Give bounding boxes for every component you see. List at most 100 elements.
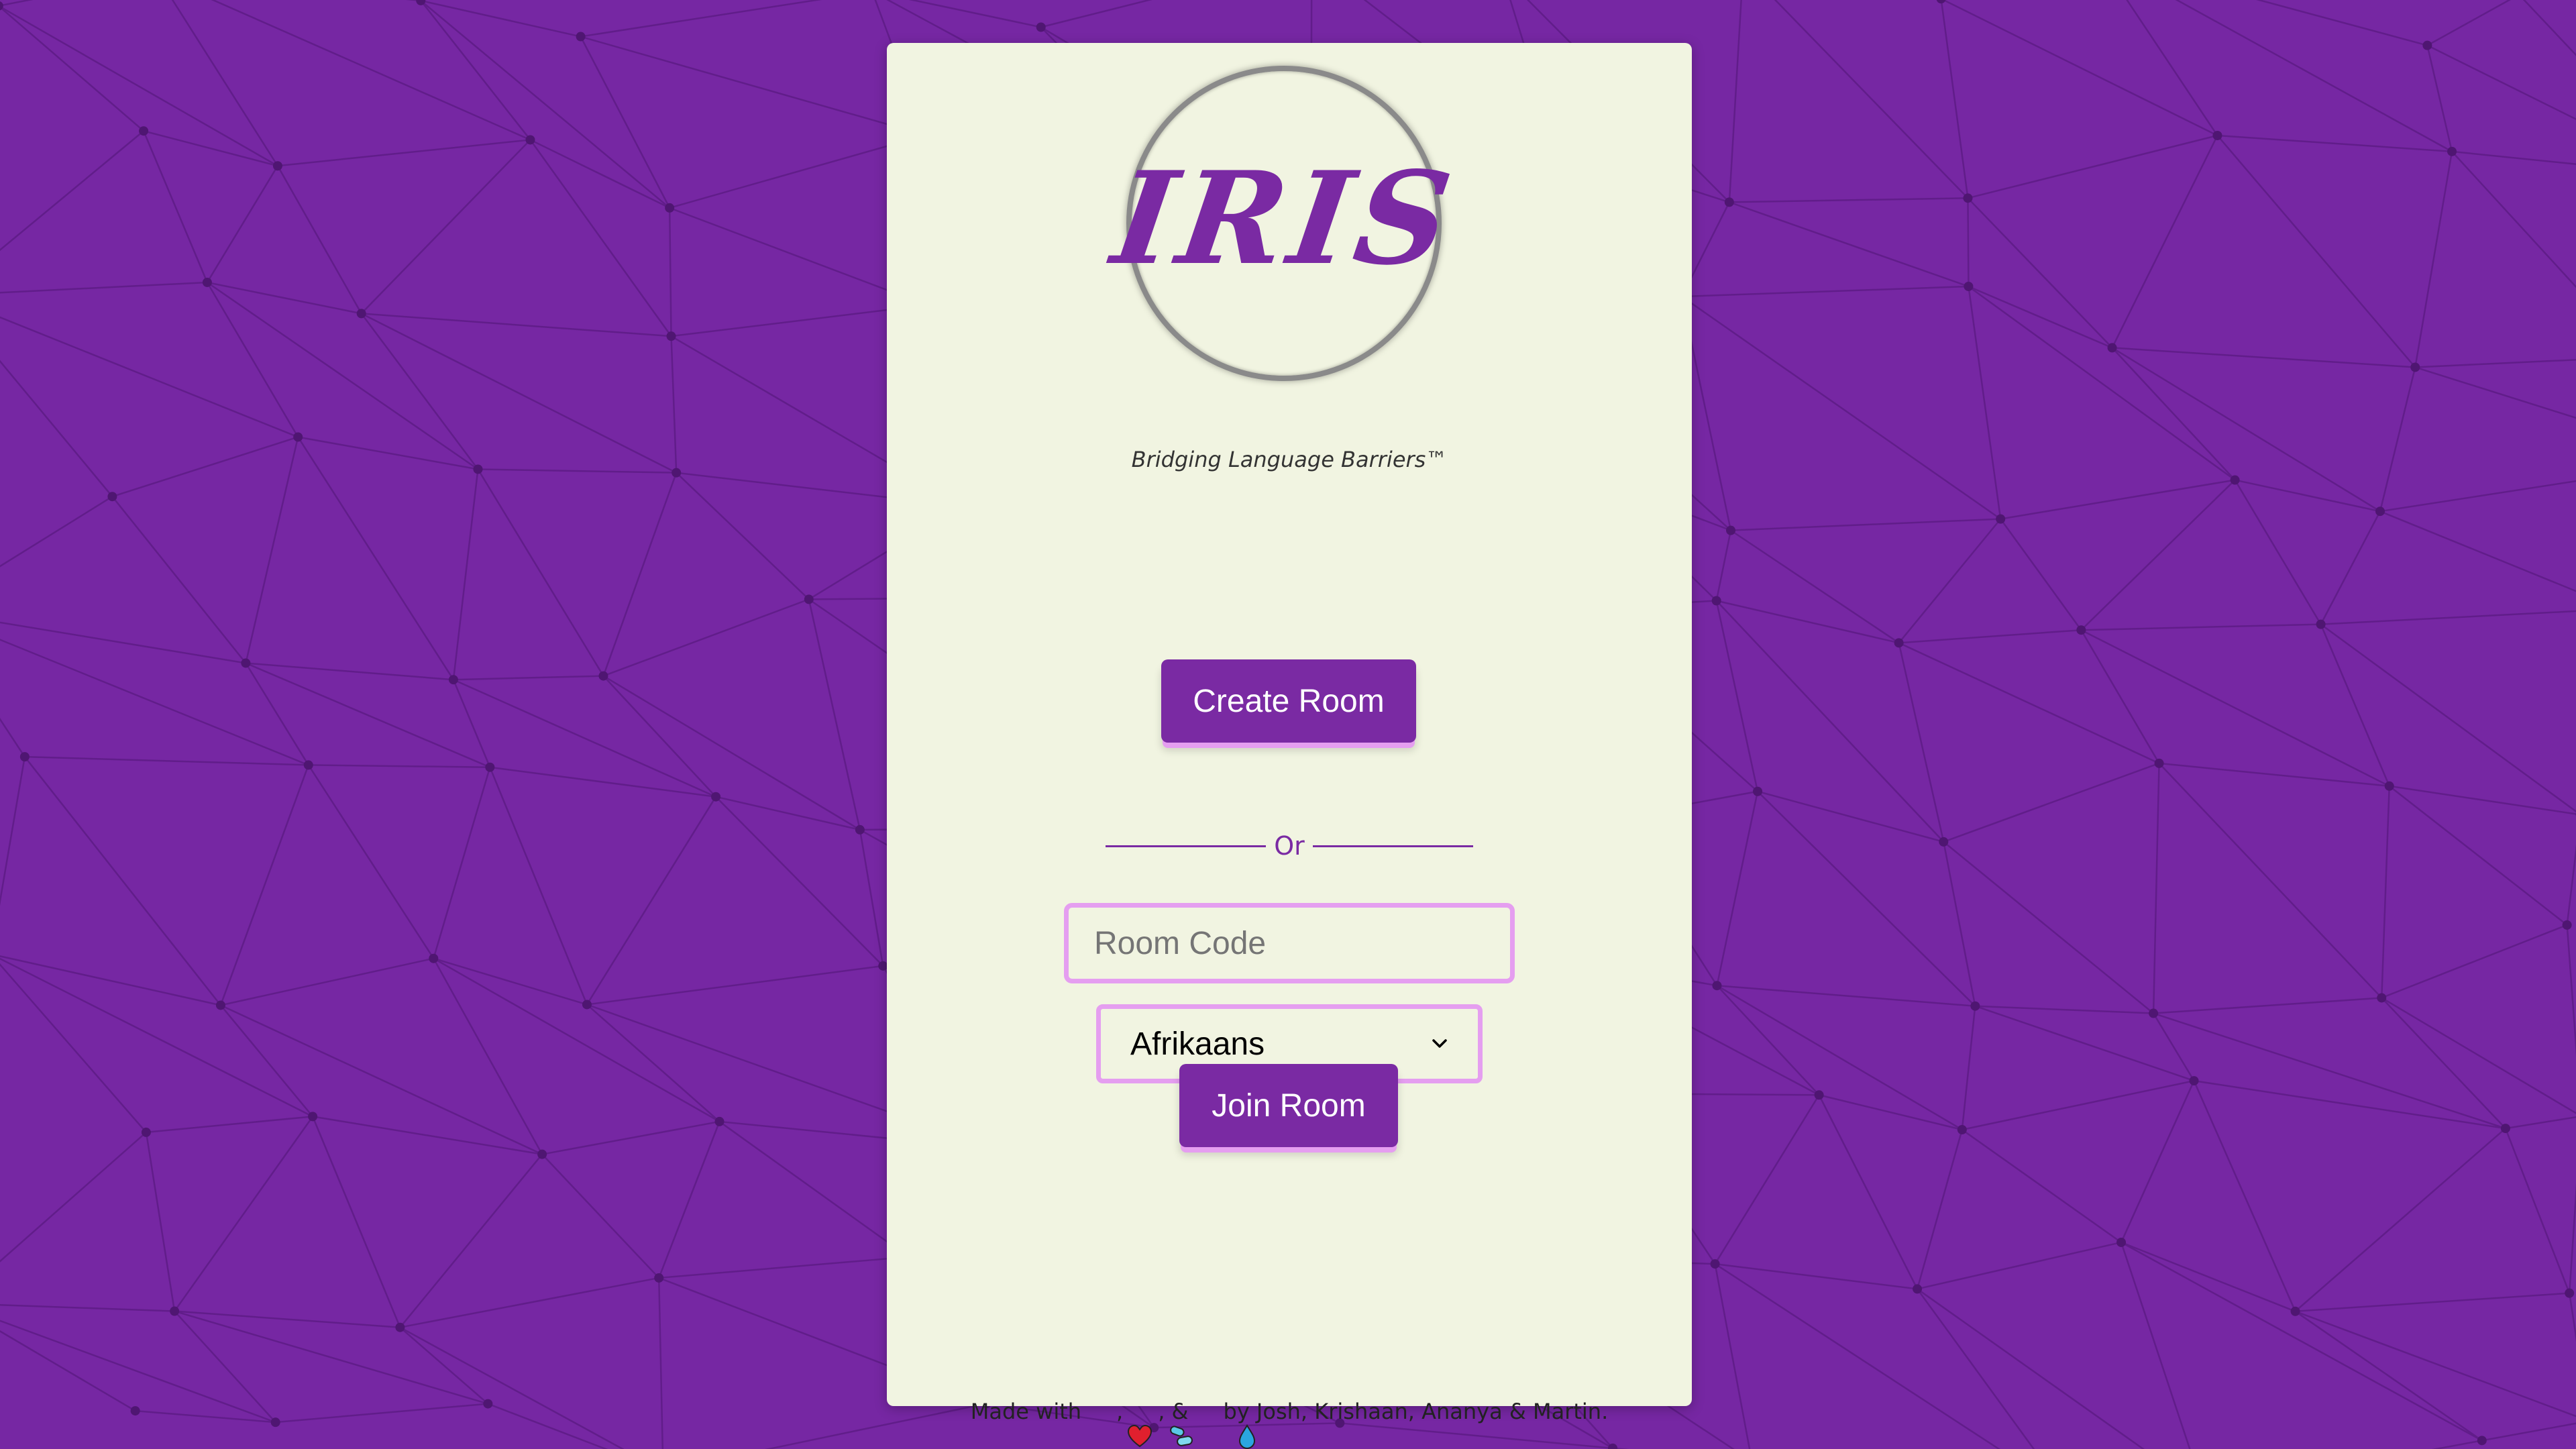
pattern-node — [139, 126, 149, 136]
pattern-node — [241, 658, 251, 668]
pattern-line — [0, 1320, 276, 1424]
pattern-line — [1715, 600, 1759, 792]
pattern-line — [0, 0, 34, 7]
pattern-node — [1894, 638, 1904, 648]
pattern-node — [2316, 619, 2326, 629]
pattern-line — [657, 1277, 664, 1449]
pattern-line — [452, 469, 479, 680]
pattern-node — [2410, 362, 2420, 372]
pattern-line — [2217, 134, 2453, 153]
pattern-node — [272, 161, 282, 171]
pattern-line — [1968, 285, 2236, 481]
pattern-line — [220, 957, 434, 1006]
pattern-line — [0, 1303, 175, 1312]
pattern-line — [2152, 763, 2160, 1014]
pattern-line — [2566, 924, 2576, 1057]
iris-logo: IRIS — [1105, 66, 1464, 381]
pills-icon — [1127, 1398, 1193, 1446]
pattern-node — [2422, 40, 2432, 50]
pattern-node — [483, 1399, 493, 1409]
pattern-line — [658, 1121, 720, 1279]
pattern-line — [2000, 479, 2235, 520]
pattern-line — [2568, 1182, 2576, 1293]
pattern-line — [1340, 1422, 1613, 1449]
pattern-line — [908, 0, 1041, 28]
pattern-line — [2111, 347, 2236, 481]
pattern-line — [1917, 1288, 2035, 1449]
join-room-button[interactable]: Join Room — [1179, 1064, 1398, 1147]
pattern-line — [1962, 1079, 2194, 1131]
pattern-line — [2426, 45, 2453, 152]
pattern-line — [1714, 1094, 1820, 1265]
pattern-node — [1963, 193, 1973, 203]
pattern-line — [2175, 0, 2453, 152]
pattern-line — [0, 496, 113, 568]
divider-line-right — [1312, 845, 1474, 847]
pattern-line — [297, 436, 454, 680]
pattern-line — [1682, 285, 1969, 298]
pattern-node — [170, 1306, 180, 1316]
pattern-node — [356, 309, 366, 319]
pattern-line — [146, 1116, 313, 1134]
pattern-line — [1730, 518, 2001, 531]
pattern-line — [0, 5, 144, 132]
pattern-line — [206, 165, 278, 283]
pattern-line — [1819, 1094, 1963, 1131]
pattern-line — [1716, 600, 1899, 644]
pattern-line — [2255, 0, 2428, 46]
pattern-line — [399, 1326, 489, 1405]
pattern-line — [1757, 790, 1944, 843]
pattern-line — [0, 957, 313, 1118]
pattern-line — [433, 957, 588, 1006]
pattern-line — [603, 598, 810, 677]
pattern-line — [219, 1004, 314, 1118]
pattern-line — [112, 436, 299, 498]
pattern-line — [0, 963, 147, 1133]
pattern-line — [487, 1403, 608, 1449]
pattern-line — [1943, 841, 1976, 1006]
pattern-line — [297, 436, 478, 470]
pattern-node — [1036, 22, 1046, 32]
pattern-node — [1711, 596, 1721, 606]
pattern-line — [1943, 762, 2159, 843]
pattern-node — [2375, 506, 2385, 517]
footer-sep2: , & — [1158, 1399, 1189, 1424]
pattern-line — [420, 0, 670, 209]
room-code-input[interactable] — [1064, 903, 1515, 983]
pattern-node — [2290, 1306, 2300, 1316]
pattern-line — [0, 1131, 147, 1263]
divider-text: Or — [1274, 831, 1305, 861]
pattern-node — [395, 1322, 405, 1332]
pattern-line — [2414, 366, 2576, 419]
pattern-line — [2216, 135, 2416, 368]
pattern-line — [1974, 1005, 2194, 1082]
pattern-node — [582, 1000, 592, 1010]
pattern-node — [202, 277, 212, 287]
pattern-line — [2379, 511, 2576, 592]
pattern-line — [808, 599, 861, 830]
chevron-down-icon — [1431, 1035, 1448, 1053]
pattern-line — [1774, 0, 1969, 199]
pattern-node — [215, 1000, 225, 1010]
pattern-line — [2522, 0, 2576, 56]
pattern-node — [1726, 525, 1736, 535]
create-room-button[interactable]: Create Room — [1161, 659, 1416, 743]
pattern-line — [174, 1310, 276, 1423]
pattern-line — [2414, 151, 2453, 368]
pattern-line — [668, 207, 672, 337]
pattern-line — [1040, 0, 1152, 28]
pattern-line — [586, 965, 883, 1006]
pattern-line — [676, 472, 810, 600]
pattern-line — [399, 1153, 543, 1328]
pattern-line — [2388, 785, 2568, 926]
pattern-line — [602, 675, 716, 798]
pattern-line — [580, 36, 926, 136]
pattern-line — [2451, 151, 2576, 288]
pattern-line — [541, 1120, 720, 1155]
pattern-line — [586, 1004, 720, 1122]
pattern-line — [143, 130, 278, 167]
pattern-node — [1957, 1124, 1967, 1134]
pattern-line — [478, 468, 677, 474]
pattern-node — [2149, 1008, 2159, 1018]
pattern-node — [1712, 981, 1722, 991]
